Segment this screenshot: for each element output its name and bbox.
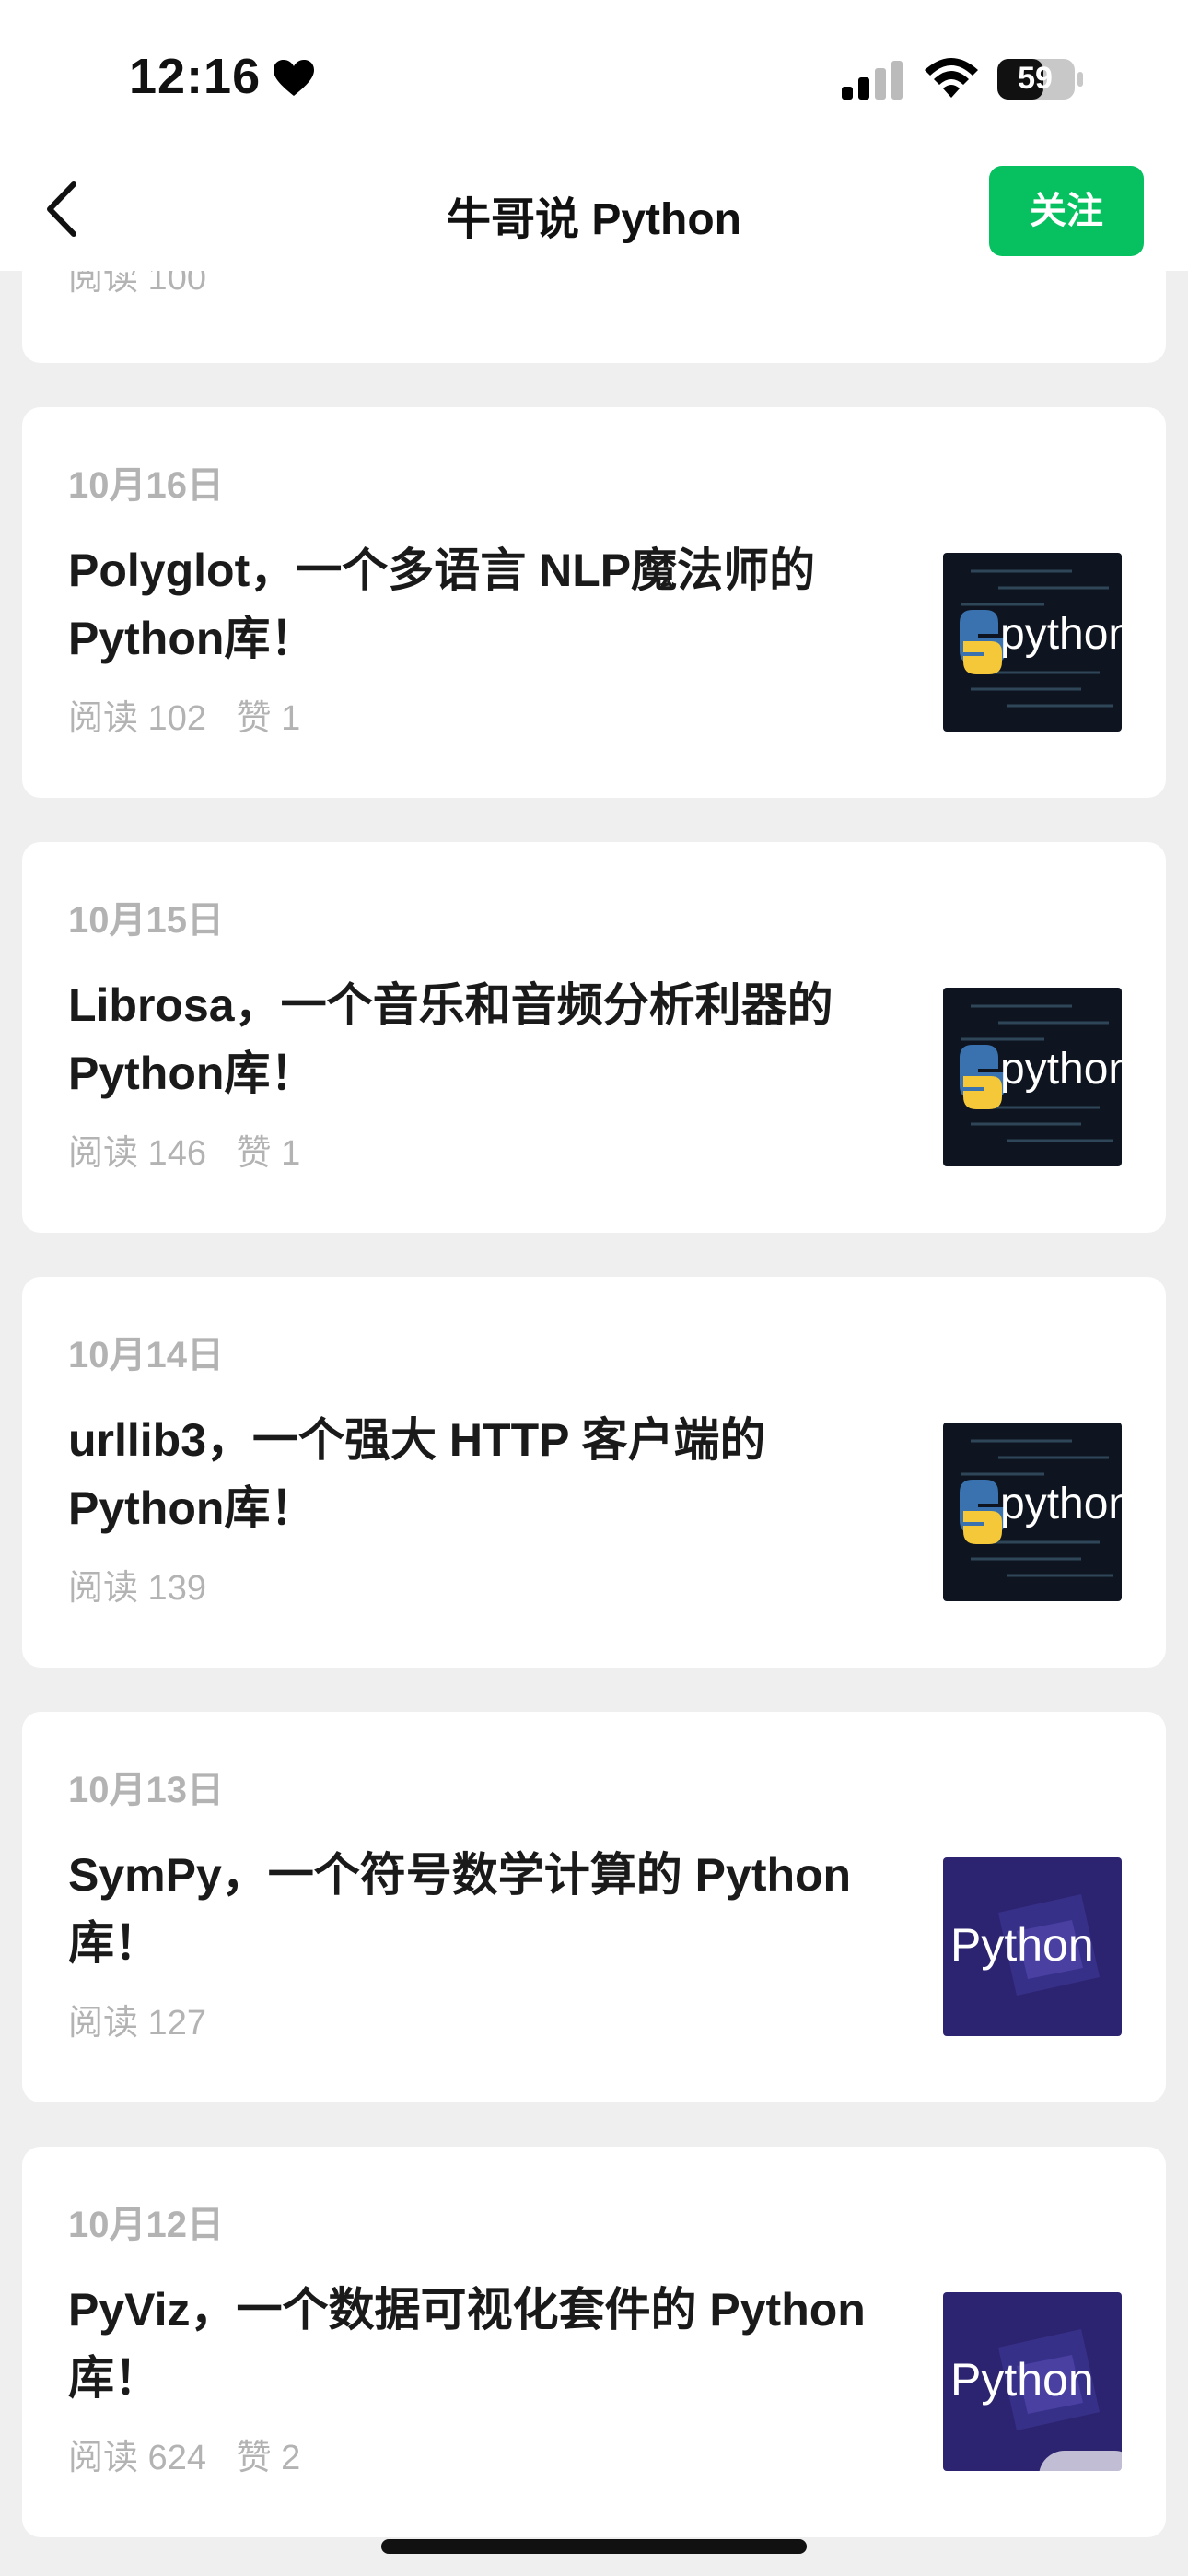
read-count: 阅读 139: [68, 1569, 206, 1608]
heart-icon: [274, 60, 314, 96]
article-stats: 阅读 102 赞 1: [68, 689, 320, 740]
article-date: 10月15日: [68, 900, 224, 941]
read-count: 阅读 102: [68, 699, 206, 738]
battery-level: 59: [1018, 61, 1053, 96]
signal-icon: [842, 61, 903, 100]
python-banner-thumbnail[interactable]: Python: [943, 2292, 1122, 2471]
like-count: 赞 1: [236, 699, 301, 738]
follow-button[interactable]: 关注: [989, 166, 1144, 256]
svg-text:python: python: [1000, 1045, 1122, 1094]
read-count: 阅读 146: [68, 1134, 206, 1173]
article-date: 10月13日: [68, 1770, 224, 1810]
svg-text:Python: Python: [950, 2354, 1094, 2406]
like-count: 赞 2: [236, 2439, 301, 2477]
article-card[interactable]: 10月16日 Polyglot，一个多语言 NLP魔法师的 Python库！ 阅…: [22, 407, 1166, 798]
read-count: 阅读 624: [68, 2439, 206, 2477]
svg-text:python: python: [1000, 1480, 1122, 1528]
article-date: 10月12日: [68, 2205, 224, 2245]
article-title[interactable]: SymPy，一个符号数学计算的 Python 库！: [68, 1841, 879, 1977]
read-count: 阅读 127: [68, 2004, 206, 2043]
article-feed[interactable]: 阅读 100 10月16日 Polyglot，一个多语言 NLP魔法师的 Pyt…: [0, 0, 1188, 2576]
svg-text:python: python: [1000, 610, 1122, 659]
nav-bar: 牛哥说 Python 关注: [0, 157, 1188, 271]
article-stats: 阅读 624 赞 2: [68, 2429, 320, 2479]
like-count: 赞 1: [236, 1134, 301, 1173]
python-logo-thumbnail[interactable]: python: [943, 988, 1122, 1166]
svg-text:Python: Python: [950, 1919, 1094, 1971]
article-card[interactable]: 10月14日 urllib3，一个强大 HTTP 客户端的 Python库！ 阅…: [22, 1277, 1166, 1668]
article-card[interactable]: 10月15日 Librosa，一个音乐和音频分析利器的 Python库！ 阅读 …: [22, 842, 1166, 1233]
home-indicator[interactable]: [381, 2539, 807, 2554]
python-logo-thumbnail[interactable]: python: [943, 553, 1122, 732]
article-date: 10月14日: [68, 1335, 224, 1376]
article-card[interactable]: 10月12日 PyViz，一个数据可视化套件的 Python 库！ 阅读 624…: [22, 2147, 1166, 2537]
status-time: 12:16: [129, 49, 262, 104]
article-title[interactable]: Librosa，一个音乐和音频分析利器的 Python库！: [68, 971, 879, 1107]
article-card[interactable]: 10月13日 SymPy，一个符号数学计算的 Python 库！ 阅读 127 …: [22, 1712, 1166, 2102]
article-title[interactable]: Polyglot，一个多语言 NLP魔法师的 Python库！: [68, 536, 879, 673]
article-title[interactable]: urllib3，一个强大 HTTP 客户端的 Python库！: [68, 1406, 879, 1542]
python-banner-thumbnail[interactable]: Python: [943, 1857, 1122, 2036]
status-bar: 12:16 59: [0, 0, 1188, 157]
wifi-icon: [925, 58, 978, 98]
article-date: 10月16日: [68, 465, 224, 506]
python-logo-thumbnail[interactable]: python: [943, 1423, 1122, 1601]
article-stats: 阅读 146 赞 1: [68, 1124, 320, 1175]
article-stats: 阅读 127: [68, 1994, 227, 2044]
article-title[interactable]: PyViz，一个数据可视化套件的 Python 库！: [68, 2276, 879, 2412]
floating-badge: [1039, 2451, 1140, 2502]
article-stats: 阅读 139: [68, 1559, 227, 1610]
